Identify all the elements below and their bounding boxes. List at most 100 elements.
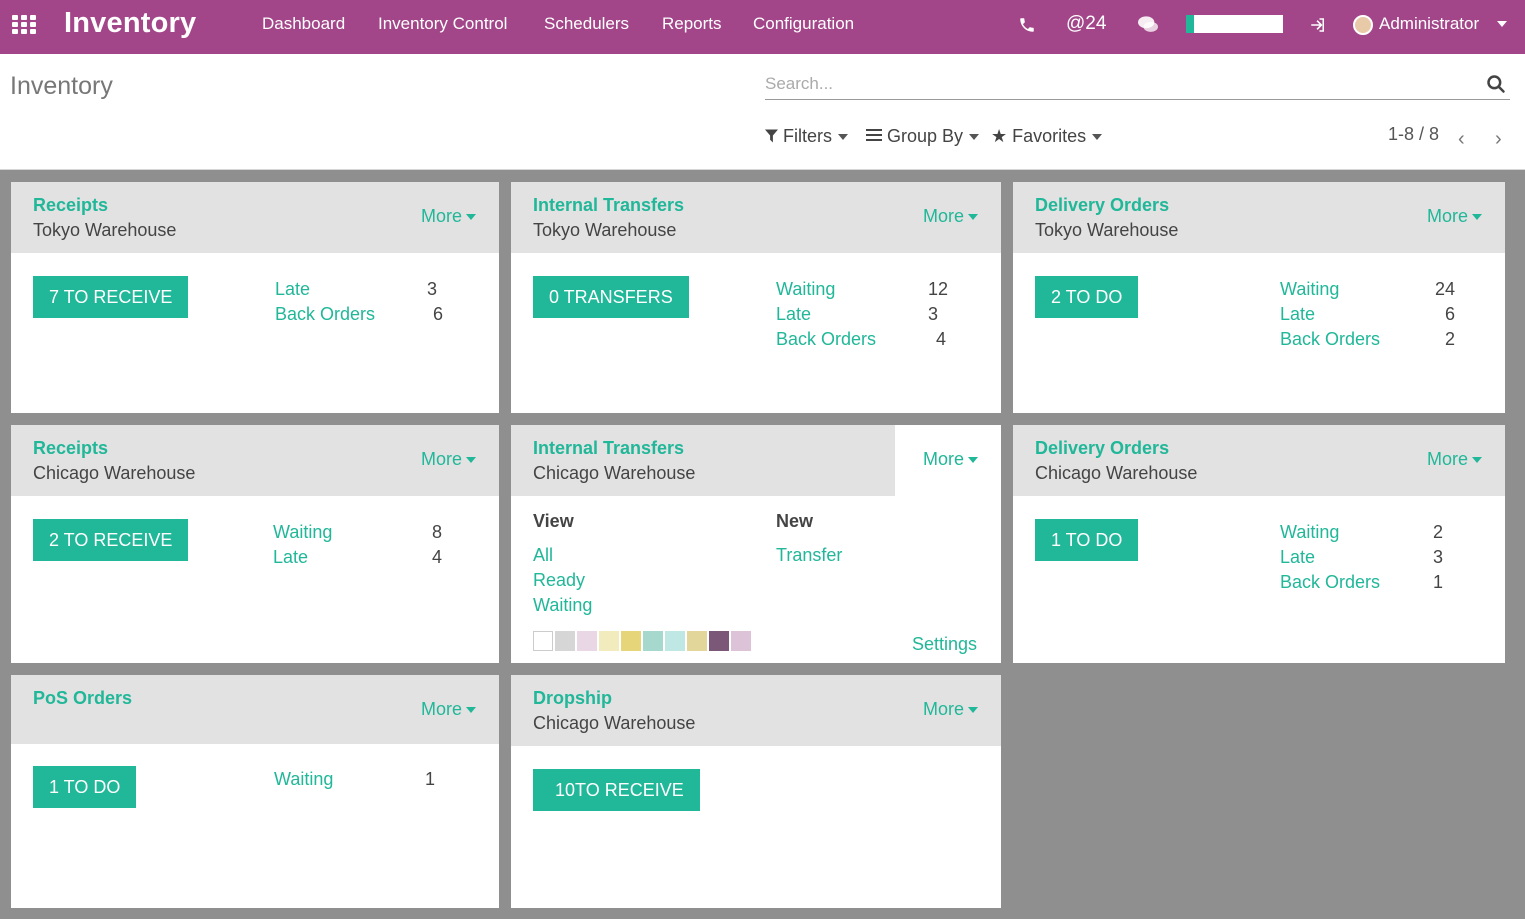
- pager-next-icon[interactable]: ›: [1495, 128, 1502, 151]
- more-button[interactable]: More: [923, 206, 979, 227]
- view-section-header: View: [533, 511, 574, 531]
- card-title[interactable]: Receipts: [33, 195, 108, 216]
- more-button[interactable]: More: [1427, 449, 1483, 470]
- stat-link-late[interactable]: Late: [275, 279, 310, 300]
- stat-link-late[interactable]: Late: [1280, 304, 1315, 325]
- activity-progress-bar: [1186, 15, 1283, 33]
- stat-link-waiting[interactable]: Waiting: [1280, 522, 1339, 543]
- search-icon[interactable]: [1486, 74, 1506, 94]
- color-swatch[interactable]: [533, 631, 553, 651]
- chat-icon[interactable]: [1137, 15, 1159, 35]
- kanban-card-delivery-orders-tokyo: Delivery Orders Tokyo Warehouse More 2 T…: [1013, 182, 1505, 413]
- primary-action-button[interactable]: 7 TO RECEIVE: [33, 276, 189, 318]
- primary-action-button[interactable]: 10TO RECEIVE: [533, 769, 700, 811]
- stat-count: 1: [1432, 572, 1443, 592]
- color-swatch[interactable]: [555, 631, 575, 651]
- card-title[interactable]: Delivery Orders: [1035, 438, 1169, 459]
- menu-configuration[interactable]: Configuration: [753, 14, 854, 34]
- more-button[interactable]: More: [923, 449, 979, 470]
- card-title[interactable]: Internal Transfers: [533, 438, 684, 459]
- filters-button[interactable]: Filters: [765, 126, 849, 147]
- phone-icon[interactable]: [1018, 16, 1036, 34]
- stat-link-late[interactable]: Late: [776, 304, 811, 325]
- kanban-card-dropship: Dropship Chicago Warehouse More 10TO REC…: [511, 675, 1001, 908]
- card-title[interactable]: Delivery Orders: [1035, 195, 1169, 216]
- pager-previous-icon[interactable]: ‹: [1458, 128, 1465, 151]
- stat-link-back-orders[interactable]: Back Orders: [776, 329, 876, 350]
- menu-reports[interactable]: Reports: [662, 14, 722, 34]
- stat-link-back-orders[interactable]: Back Orders: [1280, 329, 1380, 350]
- color-swatch[interactable]: [621, 631, 641, 651]
- favorites-button[interactable]: ★ Favorites: [991, 126, 1103, 147]
- stat-link-waiting[interactable]: Waiting: [776, 279, 835, 300]
- view-all-link[interactable]: All: [533, 545, 553, 566]
- filters-label: Filters: [783, 126, 833, 146]
- stat-count: 3: [927, 304, 938, 324]
- color-swatch[interactable]: [577, 631, 597, 651]
- stat-link-waiting[interactable]: Waiting: [1280, 279, 1339, 300]
- control-panel: Inventory Filters Group By ★ Favorites 1…: [0, 54, 1525, 170]
- more-button[interactable]: More: [421, 206, 477, 227]
- primary-action-button[interactable]: 2 TO DO: [1035, 276, 1139, 318]
- card-warehouse: Tokyo Warehouse: [533, 220, 677, 240]
- group-by-label: Group By: [887, 126, 964, 146]
- color-swatch[interactable]: [709, 631, 729, 651]
- stat-count: 24: [1434, 279, 1455, 299]
- more-button[interactable]: More: [421, 699, 477, 720]
- primary-action-button[interactable]: 0 TRANSFERS: [533, 276, 689, 318]
- color-swatch[interactable]: [599, 631, 619, 651]
- menu-dashboard[interactable]: Dashboard: [262, 14, 345, 34]
- view-waiting-link[interactable]: Waiting: [533, 595, 592, 616]
- list-icon: [866, 129, 882, 141]
- color-swatch[interactable]: [643, 631, 663, 651]
- stat-count: 8: [431, 522, 442, 542]
- card-title[interactable]: Internal Transfers: [533, 195, 684, 216]
- stat-link-waiting[interactable]: Waiting: [274, 769, 333, 790]
- menu-schedulers[interactable]: Schedulers: [544, 14, 629, 34]
- kanban-card-internal-transfers-tokyo: Internal Transfers Tokyo Warehouse More …: [511, 182, 1001, 413]
- chevron-down-icon[interactable]: [1497, 21, 1507, 27]
- more-button[interactable]: More: [1427, 206, 1483, 227]
- stat-count: 2: [1444, 329, 1455, 349]
- kanban-card-receipts-tokyo: Receipts Tokyo Warehouse More 7 TO RECEI…: [11, 182, 499, 413]
- color-swatch[interactable]: [687, 631, 707, 651]
- stat-count: 3: [426, 279, 437, 299]
- stat-count: 3: [1432, 547, 1443, 567]
- card-warehouse: Chicago Warehouse: [533, 463, 696, 483]
- view-ready-link[interactable]: Ready: [533, 570, 585, 591]
- primary-action-button[interactable]: 1 TO DO: [33, 766, 137, 808]
- card-warehouse: Chicago Warehouse: [33, 463, 196, 483]
- stat-link-back-orders[interactable]: Back Orders: [1280, 572, 1380, 593]
- stat-link-back-orders[interactable]: Back Orders: [275, 304, 375, 325]
- card-title[interactable]: PoS Orders: [33, 688, 132, 709]
- card-title[interactable]: Dropship: [533, 688, 612, 709]
- stat-link-waiting[interactable]: Waiting: [273, 522, 332, 543]
- new-transfer-link[interactable]: Transfer: [776, 545, 842, 566]
- more-button[interactable]: More: [923, 699, 979, 720]
- group-by-button[interactable]: Group By: [866, 126, 980, 147]
- stat-count: 2: [1432, 522, 1443, 542]
- primary-action-button[interactable]: 2 TO RECEIVE: [33, 519, 189, 561]
- stat-link-late[interactable]: Late: [1280, 547, 1315, 568]
- star-icon: ★: [991, 126, 1008, 146]
- user-avatar[interactable]: [1353, 15, 1373, 35]
- stat-link-late[interactable]: Late: [273, 547, 308, 568]
- card-warehouse: Chicago Warehouse: [533, 713, 696, 733]
- kanban-card-pos-orders: PoS Orders More 1 TO DO Waiting 1: [11, 675, 499, 908]
- color-swatch[interactable]: [731, 631, 751, 651]
- primary-action-button[interactable]: 1 TO DO: [1035, 519, 1139, 561]
- menu-inventory-control[interactable]: Inventory Control: [378, 14, 507, 34]
- mentions-counter[interactable]: @24: [1066, 13, 1106, 35]
- user-menu[interactable]: Administrator: [1379, 14, 1479, 34]
- pager-value[interactable]: 1-8 / 8: [1388, 124, 1439, 145]
- search-input[interactable]: [765, 72, 1465, 96]
- app-brand[interactable]: Inventory: [64, 7, 196, 40]
- settings-link[interactable]: Settings: [912, 634, 977, 655]
- stat-count: 6: [432, 304, 443, 324]
- card-title[interactable]: Receipts: [33, 438, 108, 459]
- apps-menu-icon[interactable]: [12, 15, 36, 35]
- more-button[interactable]: More: [421, 449, 477, 470]
- color-swatch[interactable]: [665, 631, 685, 651]
- kanban-card-delivery-orders-chicago: Delivery Orders Chicago Warehouse More 1…: [1013, 425, 1505, 663]
- sign-in-icon[interactable]: [1309, 16, 1327, 34]
